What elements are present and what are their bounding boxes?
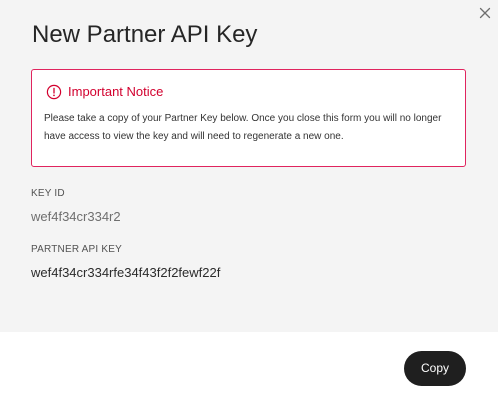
important-notice-box: Important Notice Please take a copy of y… [31,69,466,167]
modal-title: New Partner API Key [32,21,258,48]
notice-title: Important Notice [68,84,164,99]
modal-body: New Partner API Key Important Notice Ple… [0,0,498,332]
partner-api-key-label: PARTNER API KEY [31,244,122,255]
new-partner-api-key-modal: New Partner API Key Important Notice Ple… [0,0,498,404]
notice-header: Important Notice [46,84,163,100]
partner-api-key-value: wef4f34cr334rfe34f43f2f2fewf22f [31,265,221,280]
close-icon [479,7,491,19]
notice-text: Please take a copy of your Partner Key b… [44,113,442,142]
close-button[interactable] [477,5,493,21]
key-id-value: wef4f34cr334r2 [31,209,121,224]
key-id-label: KEY ID [31,188,65,199]
copy-button[interactable]: Copy [404,351,466,386]
exclamation-circle-icon [46,84,62,100]
